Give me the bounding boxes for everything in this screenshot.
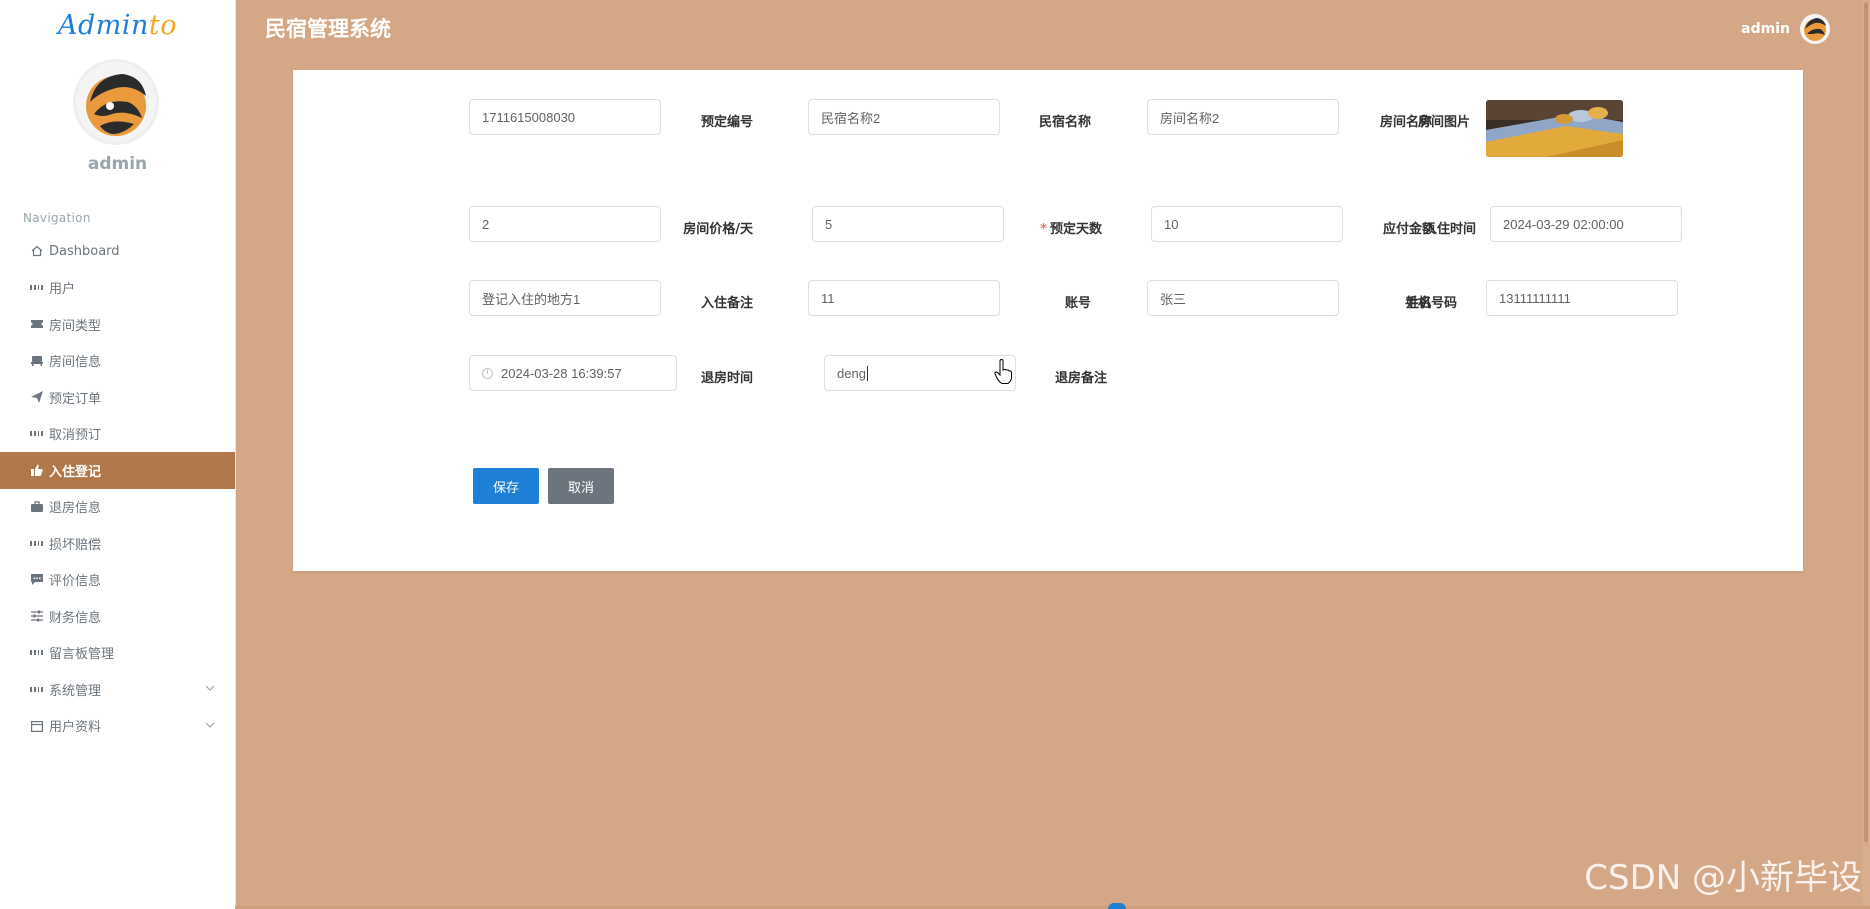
sidebar-item-label: Dashboard [49, 243, 120, 259]
page-scrollbar[interactable] [1862, 0, 1870, 909]
sidebar-item-profile[interactable]: 用户资料 [0, 708, 235, 745]
checkout-time-label: 退房时间 [700, 371, 753, 386]
hand-cursor-icon [994, 358, 1014, 385]
checkin-note-label: 入住备注 [700, 296, 753, 311]
sidebar-item-label: 退房信息 [49, 501, 102, 517]
sidebar-item-label: 评价信息 [49, 574, 102, 590]
phone-field[interactable]: 13111111111 [1486, 280, 1678, 316]
grid-icon [30, 427, 43, 440]
booking-no-label: 预定编号 [700, 115, 753, 130]
avatar[interactable] [1800, 14, 1830, 44]
ticket-icon [30, 318, 43, 331]
homestay-name-field[interactable]: 民宿名称2 [808, 99, 1000, 135]
sidebar-item-system[interactable]: 系统管理 [0, 671, 235, 708]
save-button[interactable]: 保存 [473, 468, 539, 504]
briefcase-icon [30, 500, 43, 513]
page-title: 民宿管理系统 [265, 17, 391, 41]
sidebar-item-room-info[interactable]: 房间信息 [0, 343, 235, 380]
sidebar-item-label: 房间信息 [49, 355, 102, 371]
sidebar-item-label: 用户资料 [49, 720, 102, 736]
booking-no-field[interactable]: 1711615008030 [469, 99, 661, 135]
homestay-name-label: 民宿名称 [1038, 115, 1091, 130]
room-name-field[interactable]: 房间名称2 [1147, 99, 1339, 135]
user-menu[interactable]: admin [1741, 14, 1830, 44]
room-image-label: 房间图片 [1418, 115, 1471, 130]
checkin-form-card: 预定编号 1711615008030 民宿名称 民宿名称2 房间名称 房间名称2… [293, 70, 1803, 571]
app-logo[interactable]: Adminto [0, 10, 235, 41]
sidebar-item-label: 用户 [49, 282, 76, 298]
checkin-time-field[interactable]: 2024-03-29 02:00:00 [1490, 206, 1682, 242]
sidebar-item-bookings[interactable]: 预定订单 [0, 379, 235, 416]
sidebar-item-cancel-booking[interactable]: 取消预订 [0, 416, 235, 453]
name-field[interactable]: 张三 [1147, 280, 1339, 316]
sidebar-item-label: 损坏赔偿 [49, 537, 102, 553]
sidebar-avatar[interactable] [76, 62, 156, 142]
bottom-scroll-handle[interactable] [1108, 903, 1126, 909]
grid-icon [30, 537, 43, 550]
chevron-down-icon[interactable] [205, 720, 215, 731]
clock-icon [482, 367, 493, 379]
sliders-icon [30, 610, 43, 623]
checkout-note-field[interactable]: deng [824, 355, 1016, 391]
booking-days-field[interactable]: 5 [812, 206, 1004, 242]
sidebar-item-label: 系统管理 [49, 683, 102, 699]
sidebar-item-dashboard[interactable]: Dashboard [0, 233, 235, 270]
watermark: CSDN @小新毕设 [1584, 858, 1862, 898]
account-label: 账号 [1064, 296, 1091, 311]
nav-heading: Navigation [23, 211, 91, 225]
booking-days-label: * 预定天数 [1040, 222, 1102, 237]
sidebar-item-label: 房间类型 [49, 318, 102, 334]
home-icon [30, 245, 43, 258]
sidebar: Adminto admin Navigation Dashboard 用户 房间… [0, 0, 236, 909]
checkin-time-label: 入住时间 [1424, 222, 1477, 237]
thumbs-up-icon [30, 464, 43, 477]
sidebar-item-label: 留言板管理 [49, 647, 115, 663]
phone-label: 手机号码 [1405, 296, 1458, 311]
sidebar-item-label: 预定订单 [49, 391, 102, 407]
sidebar-item-label: 财务信息 [49, 610, 102, 626]
sidebar-item-users[interactable]: 用户 [0, 270, 235, 307]
required-mark: * [1040, 222, 1047, 237]
sidebar-nav: Dashboard 用户 房间类型 房间信息 预定订单 取消预订 入住登记 退房… [0, 233, 235, 744]
comment-icon [30, 573, 43, 586]
checkin-note-field[interactable]: 登记入住的地方1 [469, 280, 661, 316]
sidebar-item-damage[interactable]: 损坏赔偿 [0, 525, 235, 562]
calendar-icon [30, 719, 43, 732]
text-caret [866, 365, 868, 381]
sidebar-item-label: 取消预订 [49, 428, 102, 444]
sidebar-item-finance[interactable]: 财务信息 [0, 598, 235, 635]
bed-icon [30, 354, 43, 367]
sidebar-item-label: 入住登记 [49, 464, 102, 480]
room-price-field[interactable]: 2 [469, 206, 661, 242]
sidebar-item-checkin[interactable]: 入住登记 [0, 452, 235, 489]
checkout-note-label: 退房备注 [1054, 371, 1107, 386]
room-image[interactable] [1486, 100, 1623, 157]
sidebar-item-checkout[interactable]: 退房信息 [0, 489, 235, 526]
sidebar-item-messages[interactable]: 留言板管理 [0, 635, 235, 672]
cancel-button[interactable]: 取消 [548, 468, 614, 504]
send-icon [30, 391, 43, 404]
amount-due-field[interactable]: 10 [1151, 206, 1343, 242]
room-price-label: 房间价格/天 [683, 222, 753, 237]
sidebar-username: admin [87, 154, 148, 174]
sidebar-item-reviews[interactable]: 评价信息 [0, 562, 235, 599]
topbar-username: admin [1741, 21, 1790, 37]
chevron-down-icon[interactable] [205, 683, 215, 694]
grid-icon [30, 683, 43, 696]
grid-icon [30, 646, 43, 659]
checkout-time-picker[interactable]: 2024-03-28 16:39:57 [469, 355, 677, 391]
grid-icon [30, 281, 43, 294]
account-field[interactable]: 11 [808, 280, 1000, 316]
sidebar-item-room-types[interactable]: 房间类型 [0, 306, 235, 343]
